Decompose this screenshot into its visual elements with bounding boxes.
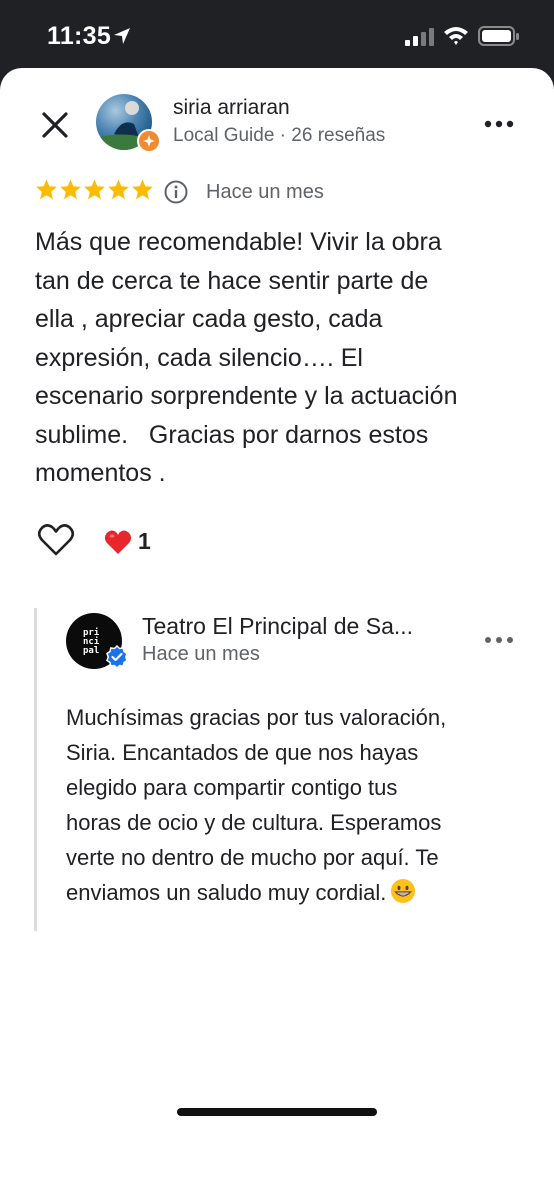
reply-date: Hace un mes [142, 643, 260, 665]
local-guide-badge-icon [137, 129, 161, 153]
battery-icon [478, 26, 519, 46]
wifi-icon [444, 27, 468, 45]
star-icon [132, 179, 153, 200]
status-time: 11:35 [47, 22, 112, 50]
status-bar: 11:35 [0, 0, 554, 70]
review-date: Hace un mes [206, 181, 324, 203]
location-arrow-icon [114, 28, 130, 44]
reply-text: Muchísimas gracias por tus valoración, S… [66, 700, 516, 910]
rating-stars [35, 178, 154, 208]
reply-divider [34, 608, 37, 931]
reply-more-options-icon[interactable] [483, 629, 515, 651]
star-icon [60, 179, 81, 200]
review-text: Más que recomendable! Vivir la obra tan … [35, 228, 458, 487]
red-heart-icon[interactable] [104, 529, 132, 555]
close-icon[interactable] [38, 108, 72, 142]
review-sheet: siria arriaran Local Guide · 26 reseñas … [0, 68, 554, 1200]
home-indicator[interactable] [177, 1108, 377, 1116]
reaction-count: 1 [138, 528, 151, 554]
verified-check-icon [106, 645, 128, 669]
cellular-signal-icon [405, 28, 434, 46]
svg-text:pal: pal [83, 646, 99, 656]
grinning-face-emoji [391, 879, 416, 903]
star-icon [84, 179, 105, 200]
heart-outline-icon[interactable] [37, 523, 75, 557]
info-icon[interactable] [164, 180, 188, 204]
business-name[interactable]: Teatro El Principal de Sa... [142, 613, 442, 640]
more-options-icon[interactable] [482, 112, 516, 136]
reviewer-meta: Local Guide · 26 reseñas [173, 125, 386, 146]
star-icon [108, 179, 129, 200]
reviewer-name[interactable]: siria arriaran [173, 96, 290, 120]
reply-text-body: Muchísimas gracias por tus valoración, S… [66, 705, 447, 905]
star-icon [36, 179, 57, 200]
